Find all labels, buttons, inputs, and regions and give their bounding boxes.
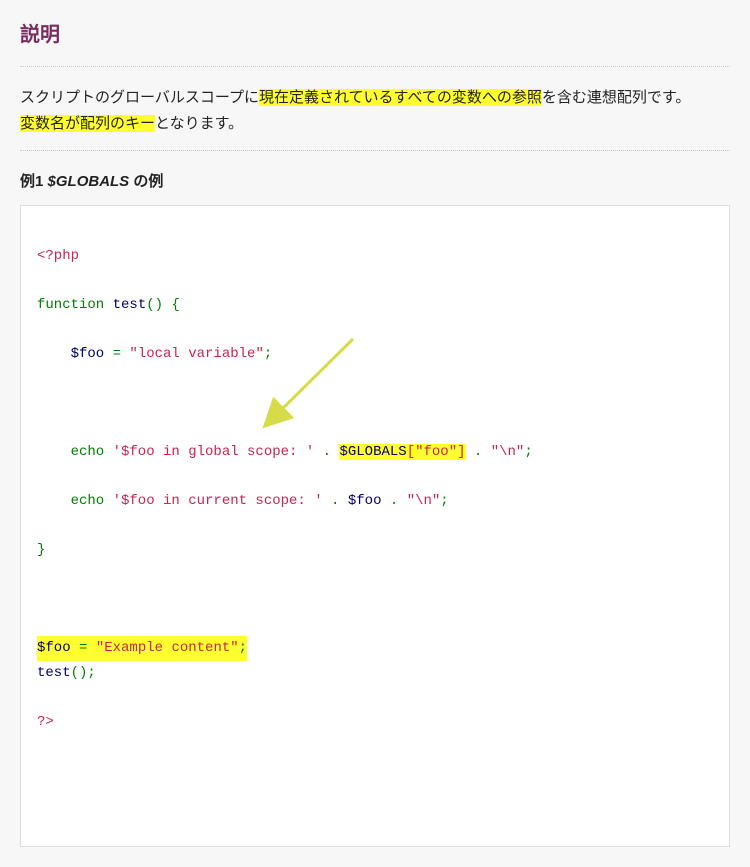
str-global-scope: '$foo in global scope: ' [104,444,314,460]
code-line-9-highlight: $foo = "Example content"; [37,636,247,661]
section-heading: 説明 [20,18,730,52]
description-paragraph: スクリプトのグローバルスコープに現在定義されているすべての変数への参照を含む連想… [20,85,730,136]
keyword-function: function [37,297,104,313]
example-label-suffix: の例 [129,173,163,190]
divider-top [20,66,730,67]
example-label: 例1 $GLOBALS の例 [20,169,730,195]
str-local: "local variable" [129,346,263,362]
desc-highlight-2: 変数名が配列のキー [20,115,155,132]
code-line-1: <?php [37,244,713,269]
desc-text-pre: スクリプトのグローバルスコープに [20,89,259,106]
str-current-scope: '$foo in current scope: ' [104,493,322,509]
var-foo-global: $foo [37,640,71,656]
str-example-content: "Example content" [96,640,239,656]
keyword-echo-1: echo [71,444,105,460]
php-close-tag: ?> [37,714,54,730]
php-open-tag: <?php [37,248,79,264]
highlight-globals: $GLOBALS["foo"] [339,444,465,460]
desc-text-mid: を含む連想配列です。 [542,89,691,106]
code-line-5: echo '$foo in global scope: ' . $GLOBALS… [37,440,713,465]
call-test: test [37,665,71,681]
example-label-prefix: 例1 [20,173,48,190]
desc-highlight-1: 現在定義されているすべての変数への参照 [259,89,542,106]
brace-open: () { [146,297,180,313]
globals-index: ["foo"] [407,444,466,460]
code-block: <?php function test() { $foo = "local va… [20,205,730,848]
code-line-7: } [37,538,713,563]
code-line-3: $foo = "local variable"; [37,342,713,367]
func-name: test [104,297,146,313]
code-line-blank-2 [37,587,713,612]
page: 説明 スクリプトのグローバルスコープに現在定義されているすべての変数への参照を含… [0,18,750,867]
desc-text-post: となります。 [155,115,243,132]
code-line-2: function test() { [37,293,713,318]
brace-close: } [37,542,45,558]
code-line-10: test(); [37,661,713,686]
var-foo-echo: $foo [348,493,382,509]
code-line-6: echo '$foo in current scope: ' . $foo . … [37,489,713,514]
code-line-11: ?> [37,710,713,735]
divider-bottom [20,150,730,151]
code-line-blank-1 [37,391,713,416]
globals-var: $GLOBALS [339,444,406,460]
example-label-code: $GLOBALS [48,173,130,190]
keyword-echo-2: echo [71,493,105,509]
var-foo-local: $foo [71,346,105,362]
